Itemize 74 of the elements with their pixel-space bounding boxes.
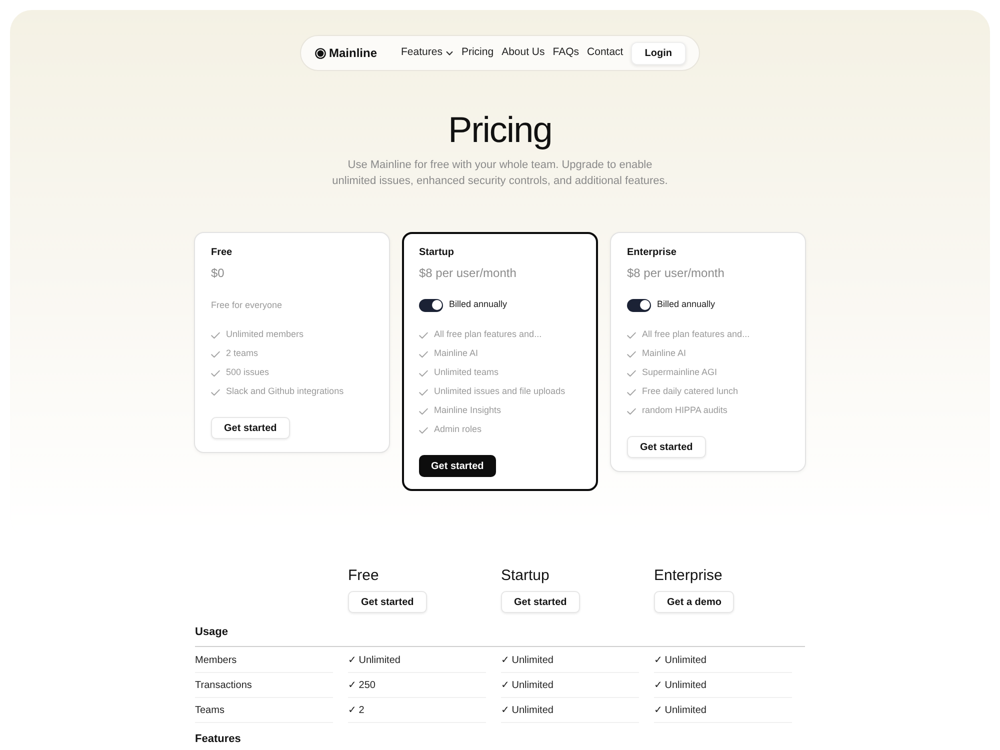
cta-button[interactable]: Get started <box>627 436 706 458</box>
row-label: Teams <box>195 698 333 723</box>
feature-text: 2 teams <box>226 347 258 360</box>
billing-label: Billed annually <box>657 298 716 312</box>
cta-button[interactable]: Get started <box>348 591 427 613</box>
feature-text: 500 issues <box>226 366 270 380</box>
feature-text: random HIPPA audits <box>642 404 728 418</box>
column-title: Enterprise <box>654 567 722 585</box>
check-icon <box>211 350 220 358</box>
billing-toggle[interactable] <box>627 298 651 312</box>
feature-text: All free plan features and... <box>434 328 542 342</box>
feature-text: Mainline AI <box>434 347 478 360</box>
feature-text: All free plan features and... <box>642 328 750 342</box>
feature-text: Admin roles <box>434 423 482 436</box>
check-icon <box>627 350 636 358</box>
plan-note: Free for everyone <box>211 299 284 312</box>
feature-text: Slack and Github integrations <box>226 385 344 398</box>
check-icon <box>211 370 220 376</box>
column-title: Free <box>348 567 379 585</box>
check-icon <box>419 350 428 358</box>
section-title: Usage <box>195 625 228 639</box>
nav-link[interactable]: Features <box>401 45 454 61</box>
cta-button[interactable]: Get a demo <box>654 591 734 613</box>
plan-price: $8 per user/month <box>419 265 518 281</box>
check-icon <box>627 408 636 414</box>
login-button[interactable]: Login <box>630 42 686 64</box>
check-icon <box>419 388 428 396</box>
section-title: Features <box>195 732 241 746</box>
table-cell: ✓ 250 <box>348 673 486 698</box>
check-icon <box>627 370 636 376</box>
plan-name: Enterprise <box>627 246 678 260</box>
plan-price: $8 per user/month <box>627 265 726 281</box>
cta-button[interactable]: Get started <box>419 455 496 477</box>
row-label: Transactions <box>195 673 333 698</box>
table-cell: ✓ Unlimited <box>501 698 639 723</box>
check-icon <box>419 332 428 338</box>
check-icon <box>627 332 636 338</box>
check-icon <box>419 426 428 434</box>
feature-text: Mainline AI <box>642 347 686 360</box>
billing-label: Billed annually <box>449 298 508 312</box>
nav-link[interactable]: Pricing <box>461 45 494 61</box>
table-cell: ✓ Unlimited <box>654 698 792 723</box>
row-label: Members <box>195 648 333 673</box>
feature-text: Free daily catered lunch <box>642 385 738 398</box>
nav-link[interactable]: About Us <box>502 45 545 61</box>
logo-text: Mainline <box>329 45 378 62</box>
table-cell: ✓ Unlimited <box>501 648 639 673</box>
check-icon <box>211 332 220 338</box>
check-icon <box>211 388 220 396</box>
feature-text: Supermainline AGI <box>642 366 718 380</box>
nav-link[interactable]: FAQs <box>552 45 580 61</box>
table-cell: ✓ Unlimited <box>348 648 486 673</box>
nav-link[interactable]: Contact <box>587 45 624 61</box>
billing-toggle[interactable] <box>419 298 443 312</box>
cta-button[interactable]: Get started <box>501 591 580 613</box>
table-cell: ✓ 2 <box>348 698 486 723</box>
check-icon <box>419 408 428 414</box>
cta-button[interactable]: Get started <box>211 417 290 439</box>
table-cell: ✓ Unlimited <box>654 648 792 673</box>
feature-text: Unlimited members <box>226 328 304 342</box>
table-cell: ✓ Unlimited <box>654 673 792 698</box>
check-icon <box>419 370 428 376</box>
feature-text: Unlimited issues and file uploads <box>434 385 566 398</box>
check-icon <box>627 388 636 396</box>
logo-icon <box>315 48 326 58</box>
plan-price: $0 <box>211 265 226 281</box>
column-title: Startup <box>501 567 550 585</box>
plan-name: Free <box>211 246 234 260</box>
plan-name: Startup <box>419 246 455 260</box>
table-cell: ✓ Unlimited <box>501 673 639 698</box>
feature-text: Mainline Insights <box>434 404 502 418</box>
page-subtitle: Use Mainline for free with your whole team. Upgrade to enable unlimited issues, enhanced security controls, and additional features. <box>331 158 669 189</box>
page-title: Pricing <box>447 111 553 149</box>
feature-text: Unlimited teams <box>434 366 499 380</box>
